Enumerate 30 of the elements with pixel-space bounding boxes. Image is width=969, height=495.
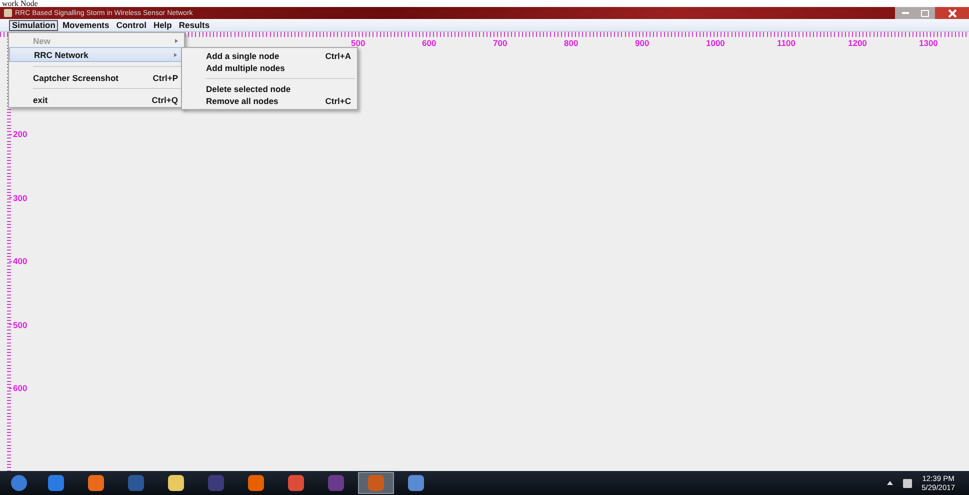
ruler-label: 600 [422, 38, 436, 48]
ruler-label: 1300 [919, 38, 938, 48]
ruler-label: 1200 [848, 38, 867, 48]
menu-item[interactable]: exit Ctrl+Q [9, 93, 184, 106]
ruler-label: 700 [493, 38, 508, 48]
ruler-label: 900 [635, 38, 650, 48]
ruler-label: 200 [9, 129, 28, 139]
menu-item[interactable]: Delete selected node [182, 83, 357, 95]
menu-bar-item[interactable]: Help [150, 20, 175, 30]
menu-item[interactable]: Add multiple nodes [182, 62, 357, 74]
close-icon [948, 8, 956, 18]
menu-bar-item[interactable]: Simulation [9, 20, 58, 30]
ruler-label: 500 [351, 38, 366, 48]
ruler-label: 500 [9, 320, 28, 330]
page-heading: work Node [1, 0, 39, 7]
menu-item[interactable]: Captcher Screenshot Ctrl+P [9, 71, 184, 84]
ruler-label: 600 [9, 383, 28, 393]
menu-item[interactable]: Add a single node Ctrl+A [182, 50, 357, 62]
ruler-label: 1100 [777, 38, 796, 48]
menu-bar-item[interactable]: Control [113, 20, 150, 30]
menu-item[interactable]: RRC Network [9, 47, 184, 62]
ruler-label: 1000 [706, 38, 725, 48]
ruler-label: 400 [9, 256, 28, 266]
menu-bar-item[interactable]: Results [176, 20, 213, 30]
ruler-label: 300 [9, 192, 28, 202]
close-button[interactable] [935, 7, 969, 19]
menu-bar-item[interactable]: Movements [59, 20, 112, 30]
menu-item[interactable]: Remove all nodes Ctrl+C [182, 95, 357, 107]
ruler-label: 800 [564, 38, 578, 48]
caret-icon[interactable] [886, 481, 893, 485]
